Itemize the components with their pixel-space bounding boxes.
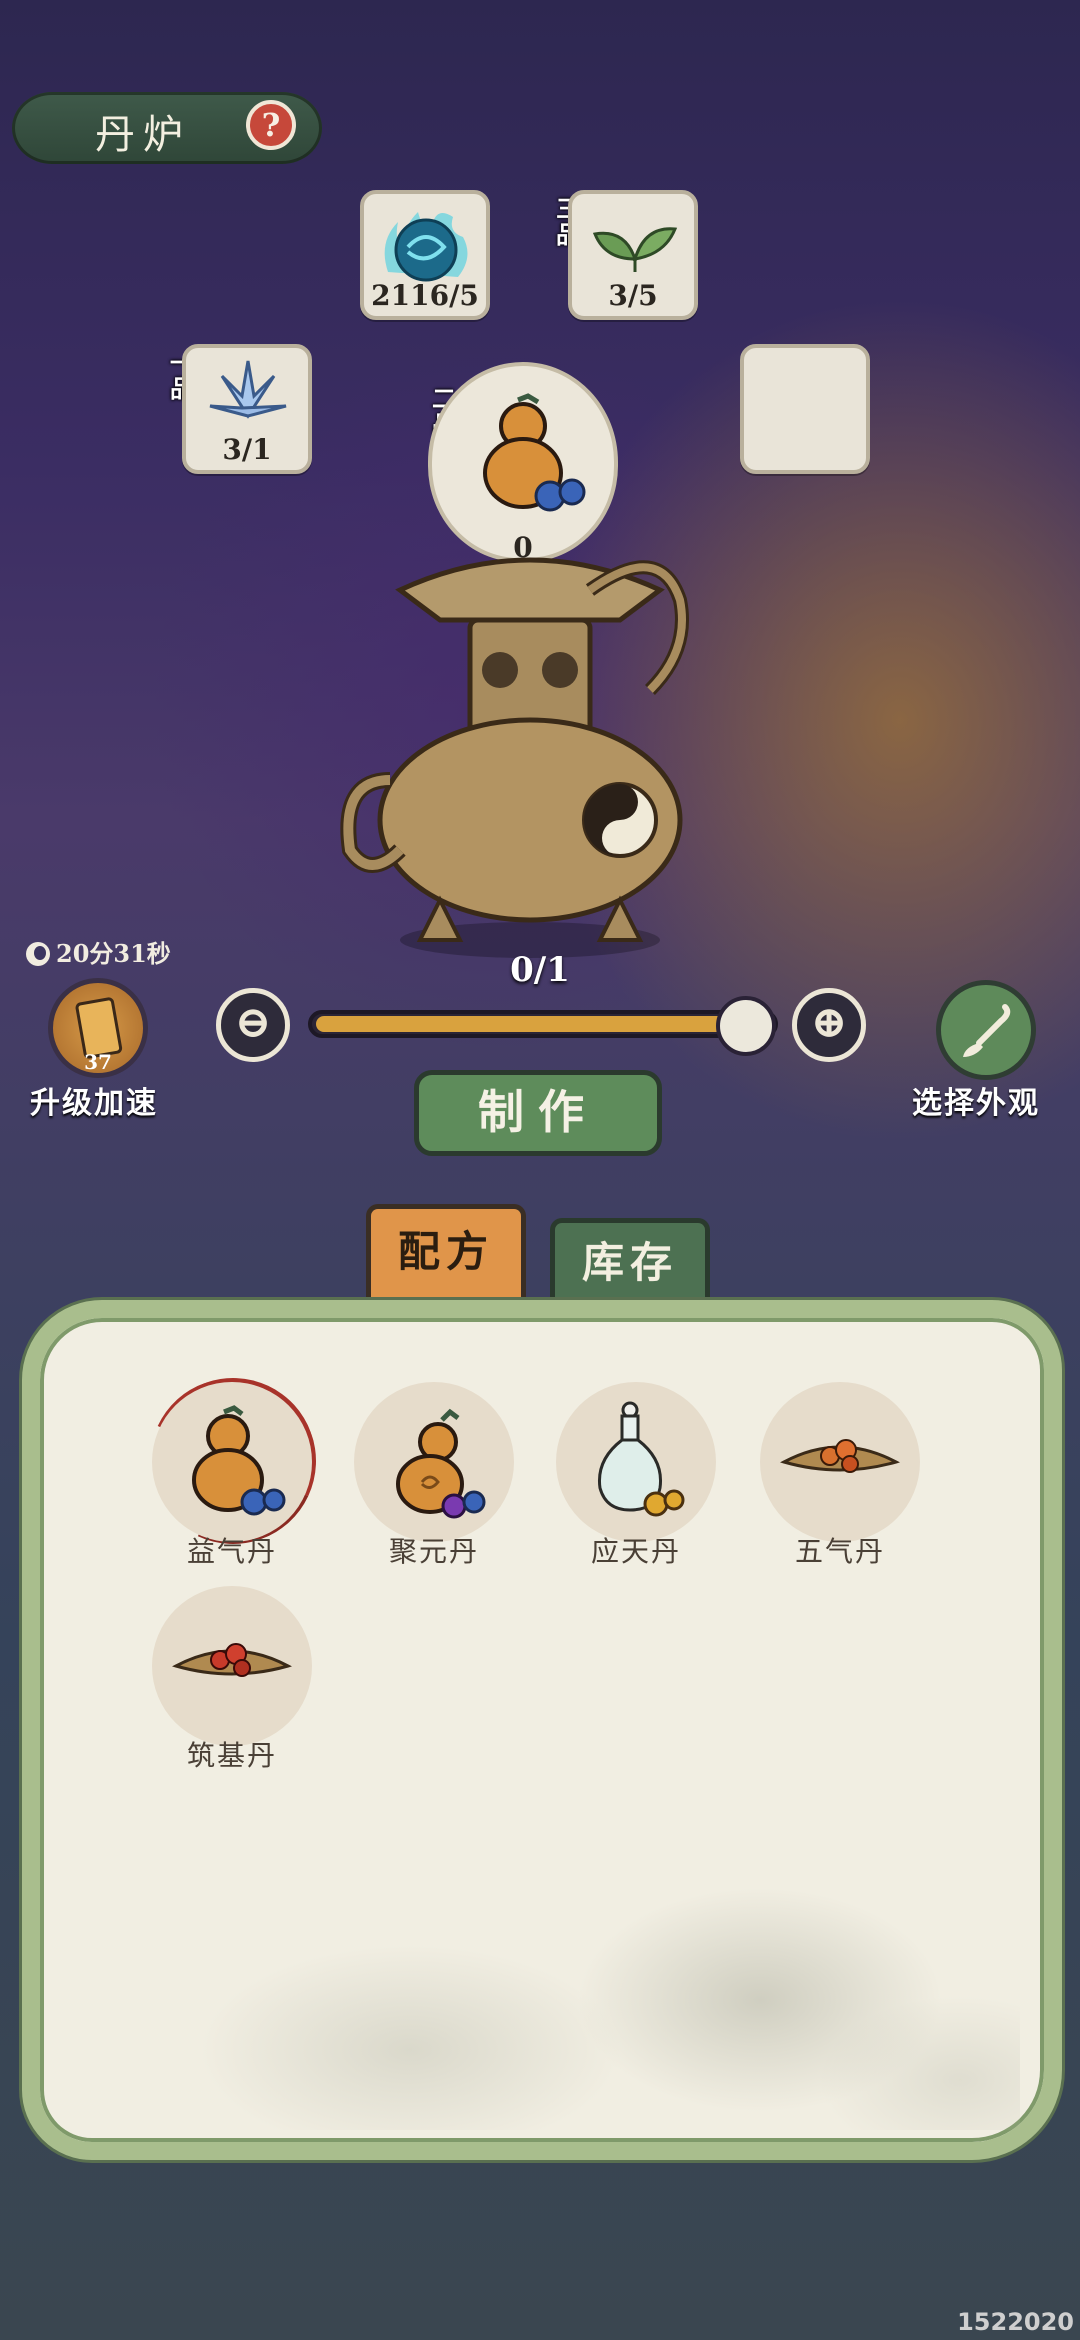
brush-icon [963, 1004, 1011, 1057]
upgrade-token-count: 37 [84, 1050, 112, 1074]
page-title: 丹炉 [95, 112, 191, 158]
quantity-label: 0/1 [510, 950, 570, 990]
upgrade-speed-label: 升级加速 [30, 1086, 158, 1121]
slider-thumb[interactable] [716, 996, 776, 1056]
timer-text: 20分31秒 [56, 939, 171, 968]
watermark: 1522020 [957, 2308, 1074, 2336]
help-button[interactable]: ? [246, 100, 296, 150]
leaf-tray-pill-icon [780, 1439, 900, 1473]
ingredient-slot-empty[interactable] [740, 344, 870, 474]
bottle-pill-icon [597, 1401, 685, 1517]
increase-button[interactable]: ⊕ [792, 988, 866, 1062]
gourd-purple-pill-icon [396, 1408, 486, 1519]
timer: 20分31秒 [26, 934, 171, 969]
gourd-pill-icon [483, 393, 586, 512]
ingredient-count: 3/1 [222, 433, 272, 466]
select-appearance-button[interactable] [936, 980, 1036, 1080]
recipe-name: 五气丹 [794, 1535, 885, 1568]
recipe-item-wuqi[interactable]: 五气丹 [760, 1382, 920, 1582]
recipe-name: 聚元丹 [388, 1535, 479, 1568]
recipe-item-zhuji[interactable]: 筑基丹 [152, 1586, 312, 1786]
recipe-name: 应天丹 [590, 1535, 681, 1568]
ingredient-count: 3/5 [608, 279, 658, 312]
leaf-tray-red-pill-icon [172, 1643, 292, 1677]
blue-lily-icon [209, 360, 287, 419]
clock-icon [26, 942, 50, 966]
ingredient-slot-leaf[interactable]: 3/5 [568, 190, 698, 320]
decrease-button[interactable]: ⊖ [216, 988, 290, 1062]
tab-recipe[interactable]: 配方 [366, 1204, 526, 1300]
tab-inventory[interactable]: 库存 [550, 1218, 710, 1304]
slider-fill [316, 1016, 770, 1032]
recipe-item-yingtian[interactable]: 应天丹 [556, 1382, 716, 1582]
ingredient-slot-spirit-orb[interactable]: 2116/5 [360, 190, 490, 320]
craft-button[interactable]: 制作 [414, 1070, 662, 1156]
recipe-name: 益气丹 [186, 1535, 277, 1568]
gourd-pill-icon [192, 1405, 286, 1516]
ingredient-count: 2116/5 [371, 279, 479, 312]
recipe-name: 筑基丹 [186, 1739, 277, 1772]
ingredient-slot-lily[interactable]: 3/1 [182, 344, 312, 474]
recipe-item-juyuan[interactable]: 聚元丹 [354, 1382, 514, 1582]
alchemy-furnace-icon [340, 557, 689, 958]
green-leaf-icon [592, 227, 678, 272]
select-appearance-label: 选择外观 [912, 1086, 1040, 1121]
blue-spirit-orb-icon [384, 212, 468, 282]
mountain-mist-decoration [60, 1800, 1020, 2130]
recipe-item-yiqi[interactable]: 益气丹 [152, 1382, 312, 1582]
